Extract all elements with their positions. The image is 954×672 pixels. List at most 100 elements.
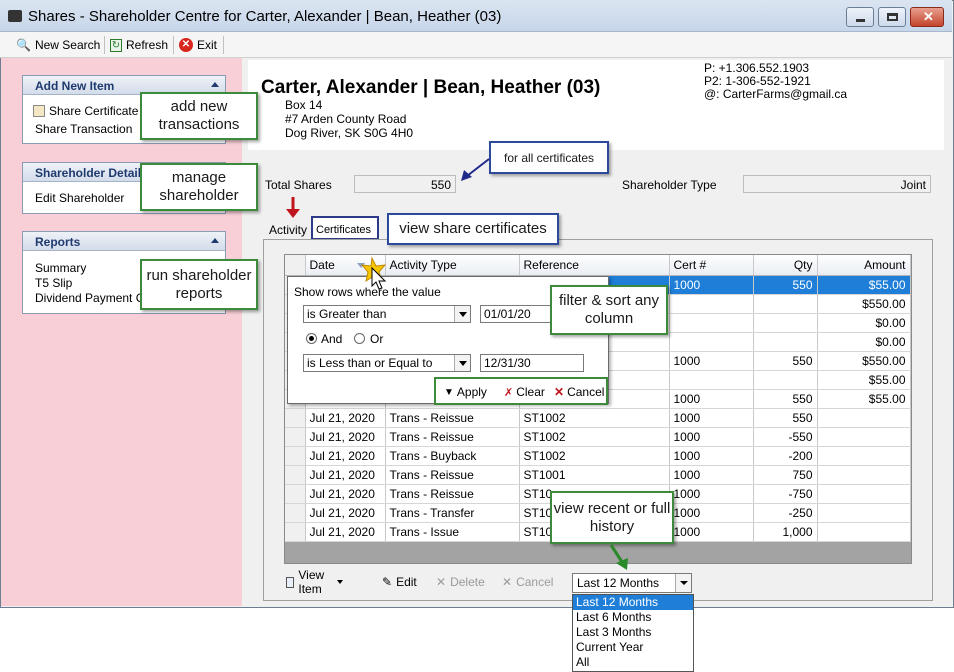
filter-operator-1[interactable]: is Greater than [303,305,471,323]
row-header[interactable] [285,522,306,542]
column-header-reference[interactable]: Reference [519,255,670,276]
toolbar: 🔍 New Search ↻ Refresh ✕ Exit [0,32,952,58]
cancel-icon: ✕ [502,575,513,589]
filter-operator-2[interactable]: is Less than or Equal to [303,354,471,372]
row-header[interactable] [285,503,306,523]
clear-button[interactable]: ✗ Clear [504,385,545,399]
period-dropdown-list: Last 12 Months Last 6 Months Last 3 Mont… [572,594,694,672]
cell-qty: -250 [753,503,818,523]
toolbar-separator [173,36,174,54]
cell-qty: 550 [753,408,818,428]
period-option[interactable]: Last 6 Months [573,610,693,625]
edit-button[interactable]: ✎ Edit [382,572,417,592]
tab-certificates[interactable]: Certificates [311,216,379,240]
row-header[interactable] [285,446,306,466]
filter-value-2[interactable]: 12/31/30 [480,354,584,372]
close-icon: ✕ [923,9,934,24]
pencil-icon: ✎ [382,575,393,589]
sort-indicator-icon [356,263,365,269]
cell-amount: $0.00 [817,313,911,333]
binoculars-icon: 🔍 [16,38,31,52]
view-item-button[interactable]: View Item [286,568,343,596]
table-row[interactable]: Jul 21, 2020 Trans - Reissue ST1002 1000 -55… [285,427,911,447]
cell-amount [817,427,911,447]
cell-qty [753,294,818,314]
exit-label: Exit [197,38,218,52]
and-radio[interactable] [306,333,317,344]
cell-cert: 1000 [669,427,754,447]
cancel-button[interactable]: ✕ Cancel [502,572,553,592]
exit-button[interactable]: ✕ Exit [179,36,217,54]
period-option[interactable]: Current Year [573,640,693,655]
cell-date: Jul 21, 2020 [305,408,386,428]
chevron-down-icon[interactable] [454,306,470,322]
table-row[interactable]: Jul 21, 2020 Trans - Reissue ST1001 1000 750 [285,465,911,485]
cell-activity-type: Trans - Transfer [385,503,520,523]
period-option[interactable]: Last 12 Months [573,595,693,610]
collapse-up-icon[interactable] [211,238,219,243]
collapse-up-icon[interactable] [211,82,219,87]
table-row[interactable]: Jul 21, 2020 Trans - Reissue ST1002 1000 550 [285,408,911,428]
cell-cert [669,332,754,352]
grid-header-row: Date Activity Type Reference Cert # Qty … [285,255,911,276]
dropdown-arrow-icon[interactable] [336,580,343,584]
row-header[interactable] [285,408,306,428]
cell-amount [817,522,911,542]
cell-activity-type: Trans - Reissue [385,427,520,447]
column-header-cert[interactable]: Cert # [669,255,754,276]
cell-amount [817,408,911,428]
minimize-button[interactable] [846,7,874,27]
cell-amount [817,446,911,466]
cell-amount: $0.00 [817,332,911,352]
cell-date: Jul 21, 2020 [305,484,386,504]
period-option[interactable]: Last 3 Months [573,625,693,640]
cell-cert: 1000 [669,484,754,504]
table-row[interactable]: Jul 21, 2020 Trans - Buyback ST1002 1000 -20… [285,446,911,466]
row-header[interactable] [285,484,306,504]
row-header[interactable] [285,465,306,485]
cell-qty: 550 [753,389,818,409]
cell-date: Jul 21, 2020 [305,465,386,485]
chevron-down-icon[interactable] [454,355,470,371]
cell-reference: ST1002 [519,446,670,466]
new-search-button[interactable]: 🔍 New Search [16,36,100,54]
column-header-qty[interactable]: Qty [753,255,818,276]
apply-button[interactable]: ▼ Apply [444,385,487,399]
maximize-button[interactable] [878,7,906,27]
column-header-date[interactable]: Date [305,255,386,276]
refresh-button[interactable]: ↻ Refresh [110,36,168,54]
chevron-down-icon[interactable] [675,574,691,592]
address-line-2: #7 Arden County Road [285,112,407,126]
cancel-filter-button[interactable]: ✕ Cancel [554,385,604,399]
cell-amount: $55.00 [817,389,911,409]
filter-prompt: Show rows where the value [294,285,441,299]
cell-amount [817,465,911,485]
toolbar-separator [104,36,105,54]
column-header-amount[interactable]: Amount [817,255,911,276]
cell-activity-type: Trans - Reissue [385,484,520,504]
cell-qty [753,313,818,333]
reports-header[interactable]: Reports [23,232,225,251]
cancel-icon: ✕ [554,385,565,399]
cell-qty: 750 [753,465,818,485]
cell-activity-type: Trans - Reissue [385,408,520,428]
column-header-activity-type[interactable]: Activity Type [385,255,520,276]
address-line-3: Dog River, SK S0G 4H0 [285,126,414,140]
row-header[interactable] [285,427,306,447]
window-title: Shares - Shareholder Centre for Carter, … [28,8,502,25]
new-search-label: New Search [34,38,101,52]
filter-value-1[interactable]: 01/01/20 [480,305,552,323]
cell-cert: 1000 [669,503,754,523]
period-select[interactable]: Last 12 Months [572,573,692,593]
cell-qty: -550 [753,427,818,447]
or-radio[interactable] [354,333,365,344]
cell-qty: 550 [753,275,818,295]
callout-view-certs: view share certificates [387,213,559,245]
total-shares-label: Total Shares [265,178,332,192]
close-button[interactable]: ✕ [910,7,944,27]
delete-button[interactable]: ✕ Delete [436,572,485,592]
tab-activity[interactable]: Activity [269,223,307,237]
period-option[interactable]: All [573,655,693,670]
refresh-label: Refresh [126,38,169,52]
cell-cert: 1000 [669,465,754,485]
